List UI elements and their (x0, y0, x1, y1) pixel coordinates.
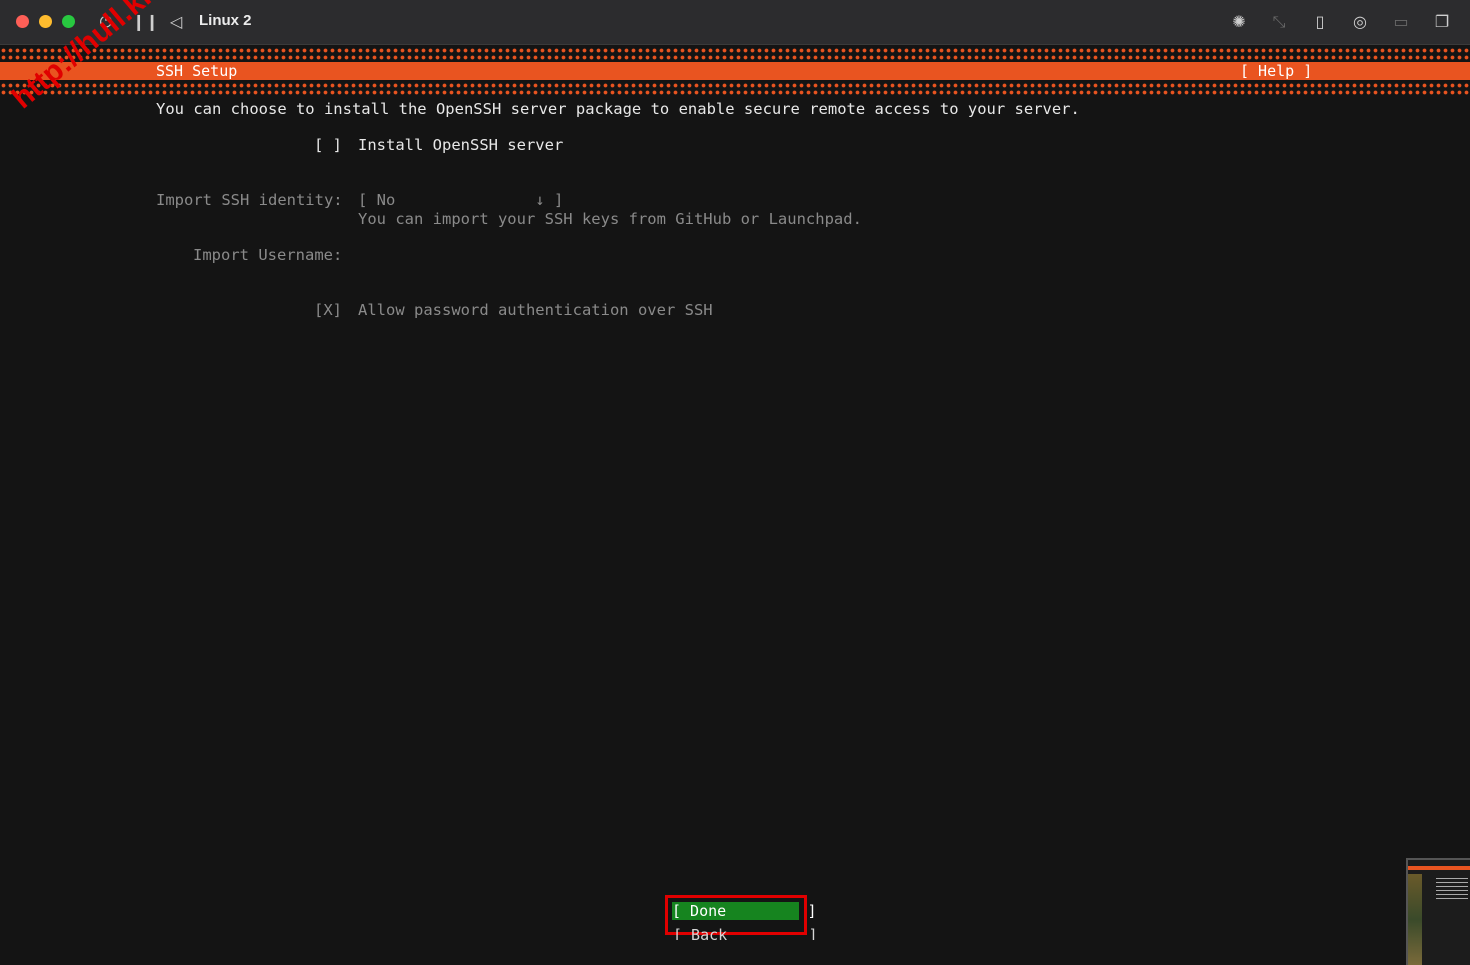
maximize-window-button[interactable] (62, 15, 75, 28)
help-button[interactable]: [ Help ] (1240, 62, 1312, 80)
minimize-window-button[interactable] (39, 15, 52, 28)
network-icon[interactable]: ◎ (1348, 10, 1372, 34)
header-bar: SSH Setup [ Help ] (0, 62, 1470, 80)
window-title: Linux 2 (199, 12, 252, 29)
window-thumbnail[interactable] (1406, 858, 1470, 965)
header-pattern-bottom (0, 82, 1470, 96)
installer-screen: SSH Setup [ Help ] You can choose to ins… (0, 45, 1470, 963)
thumbnail-text (1436, 878, 1468, 900)
import-username-label: Import Username: (193, 246, 343, 264)
thumbnail-image (1408, 874, 1422, 965)
usb-icon[interactable]: ▯ (1308, 10, 1332, 34)
done-button[interactable]: [ Done ] (672, 902, 817, 920)
screen-title: SSH Setup (156, 62, 238, 80)
import-identity-hint: You can import your SSH keys from GitHub… (358, 210, 862, 228)
allow-password-checkbox[interactable]: [X] (314, 300, 342, 320)
install-openssh-label[interactable]: Install OpenSSH server (358, 135, 563, 155)
back-icon[interactable]: ◁ (164, 10, 188, 34)
close-window-button[interactable] (16, 15, 29, 28)
folder-icon[interactable]: ▭ (1389, 10, 1413, 34)
brightness-icon[interactable]: ✺ (1227, 10, 1251, 34)
window-titlebar: ⏻ ❙❙ ◁ Linux 2 ✺ ⤡ ▯ ◎ ▭ ❐ (0, 0, 1470, 45)
allow-password-label[interactable]: Allow password authentication over SSH (358, 300, 713, 320)
import-identity-label: Import SSH identity: (156, 191, 343, 209)
header-pattern-top (0, 47, 1470, 61)
resize-icon[interactable]: ⤡ (1267, 10, 1291, 34)
windows-icon[interactable]: ❐ (1430, 10, 1454, 34)
thumbnail-header (1408, 866, 1470, 870)
back-button[interactable]: [ Back ] (673, 926, 818, 940)
import-username-field[interactable] (358, 245, 758, 265)
install-openssh-checkbox[interactable]: [ ] (314, 135, 342, 155)
import-identity-select[interactable]: [ No ↓ ] (358, 190, 563, 210)
intro-text: You can choose to install the OpenSSH se… (156, 100, 1080, 118)
